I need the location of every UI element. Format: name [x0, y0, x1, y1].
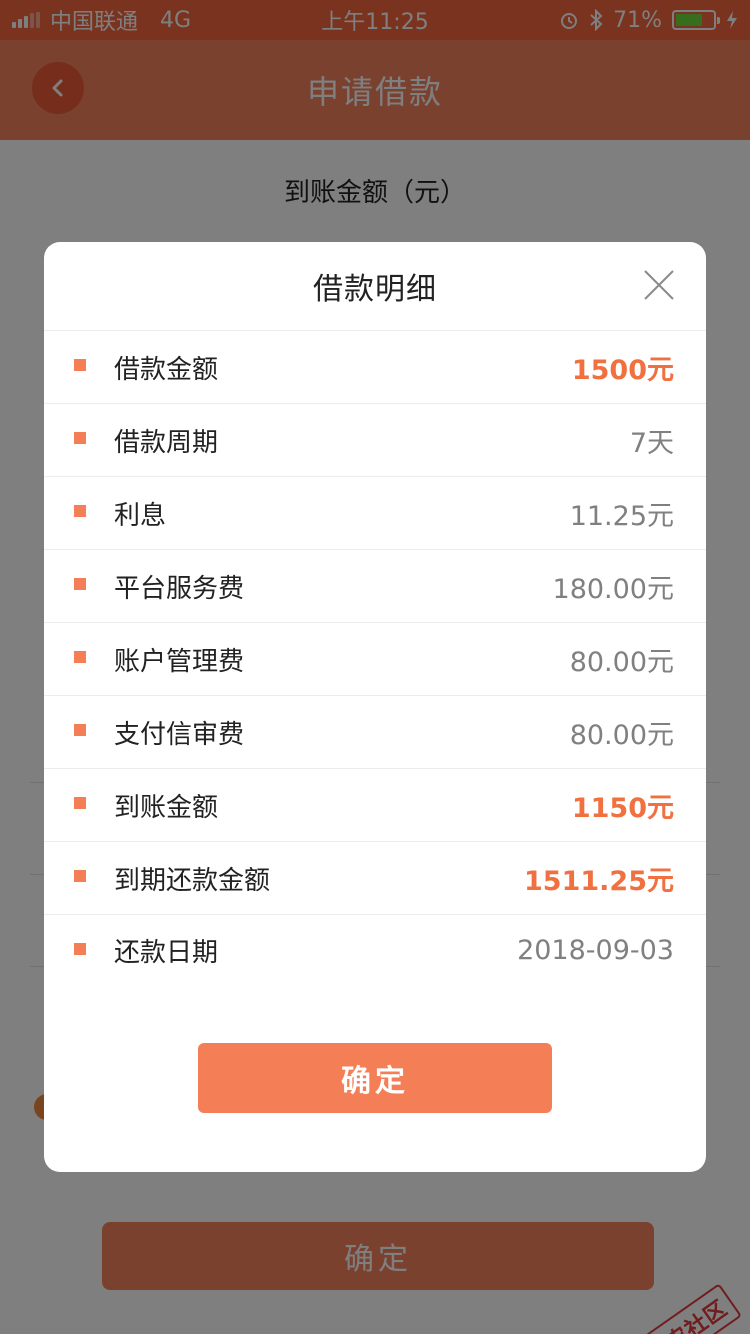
detail-label: 借款金额: [114, 354, 219, 385]
bullet-icon: [74, 432, 86, 444]
detail-label: 平台服务费: [114, 573, 245, 604]
bullet-icon: [74, 651, 86, 663]
detail-row: 到账金额 1150元: [44, 768, 706, 841]
modal-confirm-button[interactable]: 确定: [198, 1043, 552, 1113]
detail-value: 80.00元: [569, 646, 674, 678]
detail-label: 账户管理费: [114, 646, 245, 677]
detail-value: 1150元: [571, 792, 674, 824]
detail-row: 到期还款金额 1511.25元: [44, 841, 706, 914]
detail-row: 支付信审费 80.00元: [44, 695, 706, 768]
loan-detail-modal: 借款明细 借款金额 1500元借款周期 7天利息 11.25元平台服务费 180.00元…: [44, 242, 706, 1172]
detail-row: 利息 11.25元: [44, 476, 706, 549]
detail-value: 1511.25元: [524, 865, 674, 897]
detail-row: 账户管理费 80.00元: [44, 622, 706, 695]
bullet-icon: [74, 505, 86, 517]
detail-value: 11.25元: [569, 500, 674, 532]
detail-value: 80.00元: [569, 719, 674, 751]
detail-label: 到账金额: [114, 792, 219, 823]
detail-row: 平台服务费 180.00元: [44, 549, 706, 622]
modal-header: 借款明细: [44, 242, 706, 330]
close-icon[interactable]: [642, 268, 676, 302]
detail-row: 还款日期 2018-09-03: [44, 914, 706, 986]
detail-label: 利息: [114, 500, 167, 531]
bullet-icon: [74, 797, 86, 809]
bullet-icon: [74, 870, 86, 882]
modal-title: 借款明细: [313, 272, 437, 307]
detail-list: 借款金额 1500元借款周期 7天利息 11.25元平台服务费 180.00元账户管理费…: [44, 330, 706, 986]
detail-value: 180.00元: [552, 573, 674, 605]
detail-row: 借款金额 1500元: [44, 330, 706, 403]
bullet-icon: [74, 724, 86, 736]
bullet-icon: [74, 578, 86, 590]
bullet-icon: [74, 943, 86, 955]
detail-label: 借款周期: [114, 427, 219, 458]
detail-value: 7天: [629, 427, 674, 459]
detail-value: 2018-09-03: [517, 935, 674, 966]
detail-label: 到期还款金额: [114, 865, 271, 896]
detail-label: 支付信审费: [114, 719, 245, 750]
detail-row: 借款周期 7天: [44, 403, 706, 476]
detail-value: 1500元: [571, 354, 674, 386]
bullet-icon: [74, 359, 86, 371]
detail-label: 还款日期: [114, 938, 219, 968]
